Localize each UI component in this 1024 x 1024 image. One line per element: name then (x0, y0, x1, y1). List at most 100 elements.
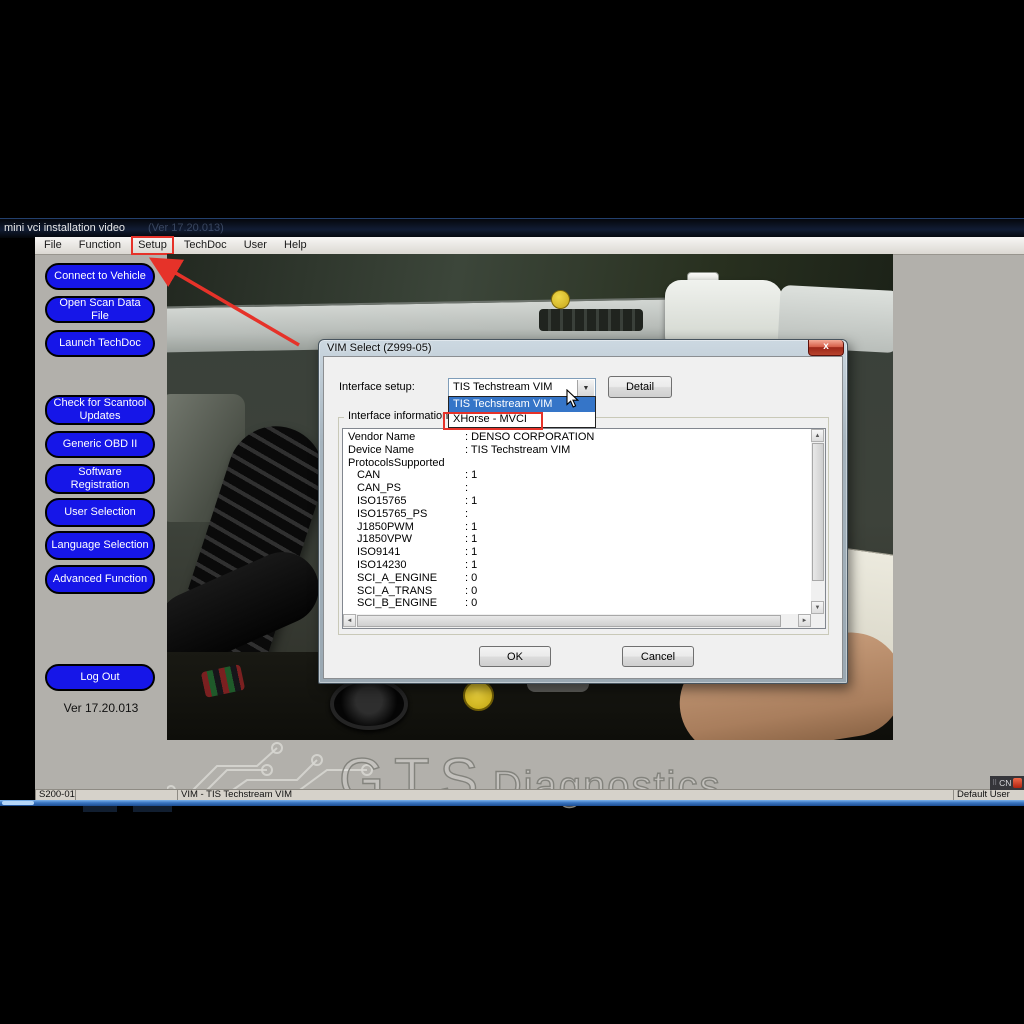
vertical-scroll-thumb[interactable] (812, 443, 824, 581)
sidebar-button[interactable]: Language Selection (45, 531, 155, 560)
sidebar-button[interactable]: Open Scan Data File (45, 296, 155, 323)
protocol-label: ISO15765_PS (343, 508, 465, 521)
horizontal-scrollbar[interactable]: ◄ ► (343, 614, 811, 628)
scroll-left-icon[interactable]: ◄ (343, 614, 356, 627)
screen: mini vci installation video (Ver 17.20.0… (0, 0, 1024, 1024)
horizontal-scroll-thumb[interactable] (357, 615, 781, 627)
taskbar-item (83, 806, 117, 812)
sidebar-button[interactable]: Connect to Vehicle (45, 263, 155, 290)
video-title: mini vci installation video (4, 222, 125, 234)
protocol-row: ProtocolsSupported (343, 457, 811, 470)
protocol-value: : 1 (465, 559, 477, 572)
protocol-value: : (465, 482, 468, 495)
protocol-row: J1850VPW : 1 (343, 533, 811, 546)
protocol-value: : DENSO CORPORATION (465, 431, 594, 444)
scroll-down-icon[interactable]: ▼ (811, 601, 824, 614)
protocol-row: ISO15765 : 1 (343, 495, 811, 508)
protocol-row: SCI_A_ENGINE : 0 (343, 572, 811, 585)
scroll-right-icon[interactable]: ► (798, 614, 811, 627)
protocol-row: CAN_PS : (343, 482, 811, 495)
language-label: CN (999, 778, 1011, 788)
dropdown-option[interactable]: TIS Techstream VIM (449, 397, 595, 412)
taskbar-start-segment (2, 801, 34, 805)
video-title-bar: mini vci installation video (Ver 17.20.0… (0, 218, 1024, 238)
sidebar: Connect to Vehicle Open Scan Data File L… (35, 254, 167, 800)
protocol-label: J1850PWM (343, 521, 465, 534)
yellow-label (463, 680, 494, 711)
protocol-row: ISO14230 : 1 (343, 559, 811, 572)
menu-item[interactable]: Setup (132, 237, 173, 254)
protocol-value: : 0 (465, 597, 477, 610)
protocol-row: ISO9141 : 1 (343, 546, 811, 559)
menu-bar: File Function Setup TechDoc User Help (35, 237, 1024, 255)
protocol-value: : 1 (465, 469, 477, 482)
grip-icon: ⠿ (992, 780, 997, 787)
chevron-down-icon[interactable]: ▼ (577, 380, 594, 396)
protocol-label: J1850VPW (343, 533, 465, 546)
protocol-value: : 1 (465, 521, 477, 534)
protocol-row: SCI_A_TRANS : 0 (343, 585, 811, 598)
vertical-scrollbar[interactable]: ▲ ▼ (811, 429, 825, 614)
dialog-title: VIM Select (Z999-05) (327, 342, 432, 354)
protocol-value: : 1 (465, 533, 477, 546)
info-rows: Vendor Name : DENSO CORPORATION Device N… (343, 429, 811, 614)
protocol-label: CAN (343, 469, 465, 482)
interface-info-listbox: Vendor Name : DENSO CORPORATION Device N… (342, 428, 826, 629)
menu-item[interactable]: User (238, 237, 273, 254)
yellow-cap (551, 290, 570, 309)
protocol-value: : 0 (465, 585, 477, 598)
sidebar-button[interactable]: Software Registration (45, 464, 155, 494)
menu-item[interactable]: Function (73, 237, 127, 254)
protocol-label: Vendor Name (343, 431, 465, 444)
protocol-value: : 1 (465, 495, 477, 508)
sidebar-button[interactable]: User Selection (45, 498, 155, 527)
dropdown-option[interactable]: XHorse - MVCI (449, 412, 595, 427)
interface-information-label: Interface information (344, 410, 452, 422)
menu-item[interactable]: File (38, 237, 68, 254)
protocol-label: Device Name (343, 444, 465, 457)
protocol-label: CAN_PS (343, 482, 465, 495)
vim-select-dialog: VIM Select (Z999-05) x Interface setup: … (318, 339, 848, 684)
ime-icon (1013, 778, 1022, 788)
taskbar-item (133, 806, 172, 812)
cowl-vent (539, 309, 643, 331)
protocol-label: SCI_A_TRANS (343, 585, 465, 598)
protocol-value: : 0 (465, 572, 477, 585)
ok-button[interactable]: OK (479, 646, 551, 667)
oil-cap (330, 678, 408, 730)
detail-button[interactable]: Detail (608, 376, 672, 398)
menu-item[interactable]: TechDoc (178, 237, 233, 254)
scroll-up-icon[interactable]: ▲ (811, 429, 824, 442)
sidebar-button[interactable]: Advanced Function (45, 565, 155, 594)
language-bar[interactable]: ⠿ CN (990, 776, 1024, 790)
protocol-value: : TIS Techstream VIM (465, 444, 570, 457)
protocol-label: ISO15765 (343, 495, 465, 508)
dialog-body: Interface setup: TIS Techstream VIM ▼ De… (323, 356, 843, 679)
interface-setup-combobox[interactable]: TIS Techstream VIM ▼ (448, 378, 596, 398)
menu-item[interactable]: Help (278, 237, 313, 254)
app-version-ghost-title: (Ver 17.20.013) (148, 222, 224, 234)
protocol-label: SCI_B_ENGINE (343, 597, 465, 610)
protocol-label: ISO9141 (343, 546, 465, 559)
interface-setup-label: Interface setup: (339, 381, 415, 393)
version-label: Ver 17.20.013 (35, 701, 167, 715)
sidebar-button[interactable]: Generic OBD II (45, 431, 155, 458)
protocol-value: : (465, 508, 468, 521)
protocol-row: ISO15765_PS : (343, 508, 811, 521)
scrollbar-corner (811, 614, 825, 628)
sidebar-button[interactable]: Check for Scantool Updates (45, 395, 155, 425)
sidebar-button[interactable]: Launch TechDoc (45, 330, 155, 357)
close-button[interactable]: x (808, 340, 844, 356)
protocol-row: J1850PWM : 1 (343, 521, 811, 534)
protocol-row: SCI_B_ENGINE : 0 (343, 597, 811, 610)
protocol-row: CAN : 1 (343, 469, 811, 482)
protocol-label: SCI_A_ENGINE (343, 572, 465, 585)
cancel-button[interactable]: Cancel (622, 646, 694, 667)
sidebar-button[interactable]: Log Out (45, 664, 155, 691)
combobox-dropdown-list: TIS Techstream VIM XHorse - MVCI (448, 396, 596, 428)
protocol-label: ISO14230 (343, 559, 465, 572)
protocol-row: Device Name : TIS Techstream VIM (343, 444, 811, 457)
protocol-row: Vendor Name : DENSO CORPORATION (343, 431, 811, 444)
protocol-value: : 1 (465, 546, 477, 559)
protocol-label: ProtocolsSupported (343, 457, 465, 470)
